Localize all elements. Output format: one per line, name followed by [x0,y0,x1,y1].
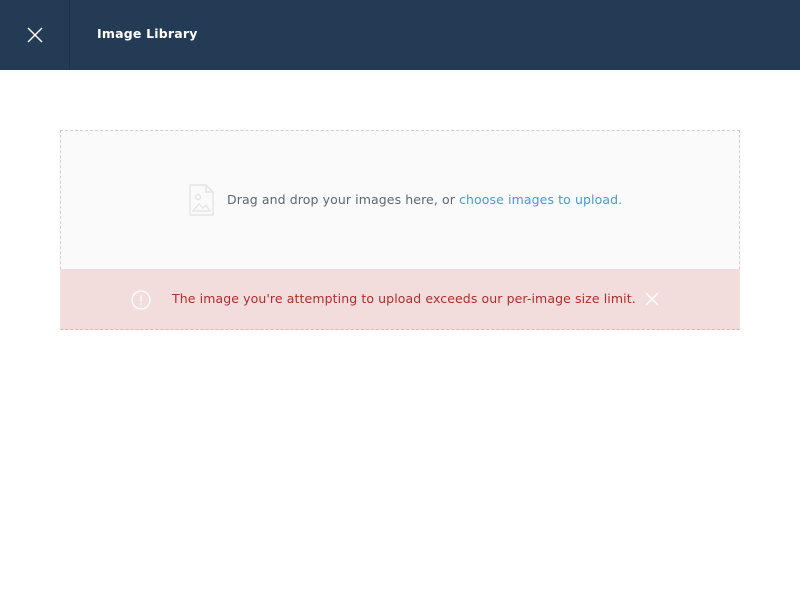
dismiss-error-button[interactable] [642,289,662,309]
dropzone-text: Drag and drop your images here, or [227,192,460,207]
header-bar: Image Library [0,0,800,70]
choose-images-link[interactable]: choose images to upload. [459,192,622,207]
close-button[interactable] [0,0,70,70]
image-file-icon [189,184,214,216]
close-icon [26,27,43,43]
info-circle-icon [131,290,151,310]
page-title: Image Library [97,26,198,41]
image-dropzone[interactable]: Drag and drop your images here, or choos… [61,131,739,269]
dropzone-instructions: Drag and drop your images here, or choos… [227,192,622,207]
close-icon [645,292,659,306]
upload-panel: Drag and drop your images here, or choos… [60,130,740,330]
error-message: The image you're attempting to upload ex… [172,291,636,306]
error-banner: The image you're attempting to upload ex… [60,269,740,330]
